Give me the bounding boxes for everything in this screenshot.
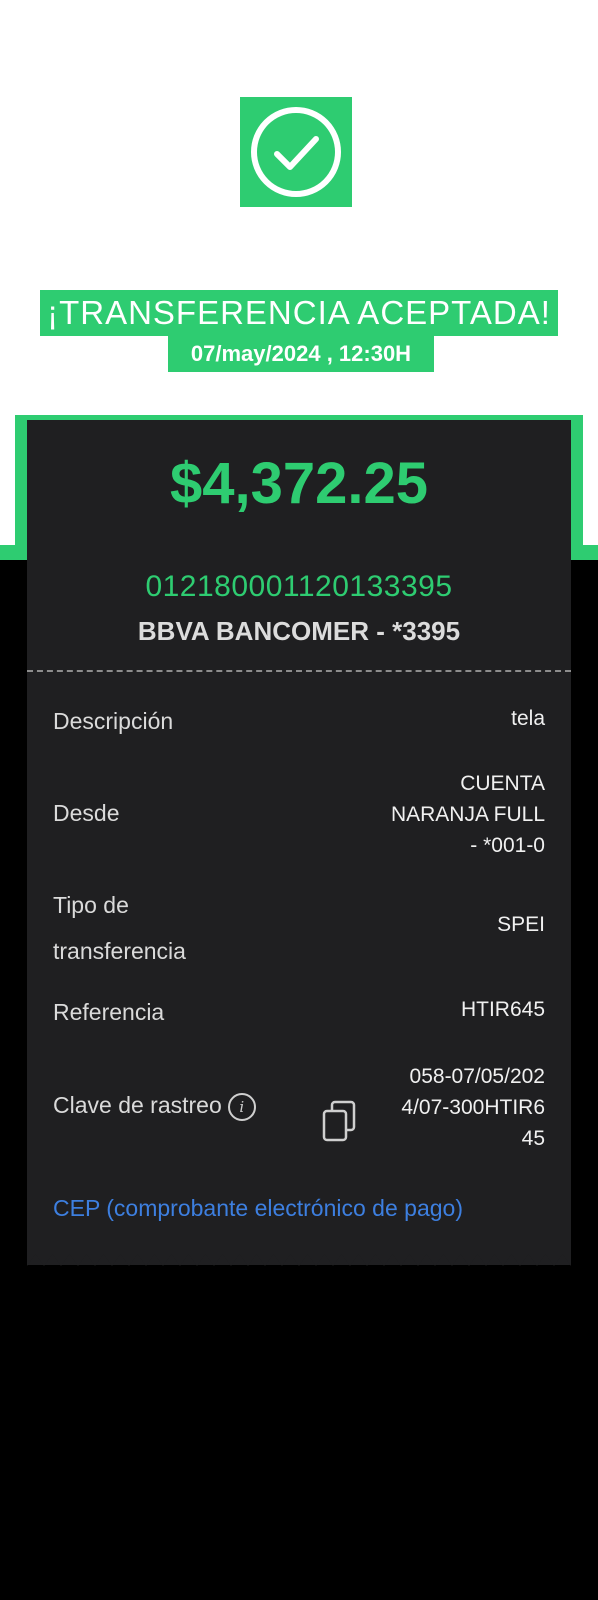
receipt-card: $4,372.25 012180001120133395 BBVA BANCOM… [27, 420, 571, 1265]
from-label: Desde [53, 800, 120, 826]
check-circle-icon [240, 97, 352, 207]
bank-name: BBVA BANCOMER - *3395 [137, 616, 461, 646]
transfer-type-label-line2: transferencia [53, 938, 186, 964]
account-number: 012180001120133395 [145, 570, 453, 603]
from-value-line2: NARANJA FULL [390, 803, 545, 826]
description-label: Descripción [53, 708, 174, 734]
transfer-type-label-line1: Tipo de [53, 892, 129, 918]
transfer-type-value: SPEI [497, 913, 545, 936]
tracking-key-label-row: Clave de rastreo i [53, 1082, 256, 1128]
tracking-key-label: Clave de rastreo [53, 1092, 222, 1118]
transfer-amount: $4,372.25 [169, 451, 429, 516]
transfer-datetime: 07/may/2024 , 12:30H [168, 336, 434, 372]
description-value: tela [511, 707, 545, 730]
receipt-torn-edge [27, 1248, 571, 1266]
tracking-key-value-line2: 4/07-300HTIR6 [401, 1096, 545, 1119]
band-edge-right [583, 415, 598, 545]
reference-label: Referencia [53, 999, 165, 1025]
reference-value: HTIR645 [460, 998, 545, 1021]
tracking-key-value-line1: 058-07/05/202 [409, 1065, 545, 1088]
cep-link[interactable]: CEP (comprobante electrónico de pago) [53, 1195, 463, 1222]
from-value-line3: - *001-0 [470, 834, 545, 857]
tracking-key-value-line3: 45 [521, 1127, 545, 1150]
from-value-line1: CUENTA [460, 772, 545, 795]
status-title: ¡TRANSFERENCIA ACEPTADA! [40, 290, 558, 336]
info-icon[interactable]: i [227, 1092, 256, 1121]
band-edge-left [0, 415, 15, 545]
copy-icon[interactable] [322, 1100, 356, 1147]
dashed-divider [27, 670, 571, 672]
